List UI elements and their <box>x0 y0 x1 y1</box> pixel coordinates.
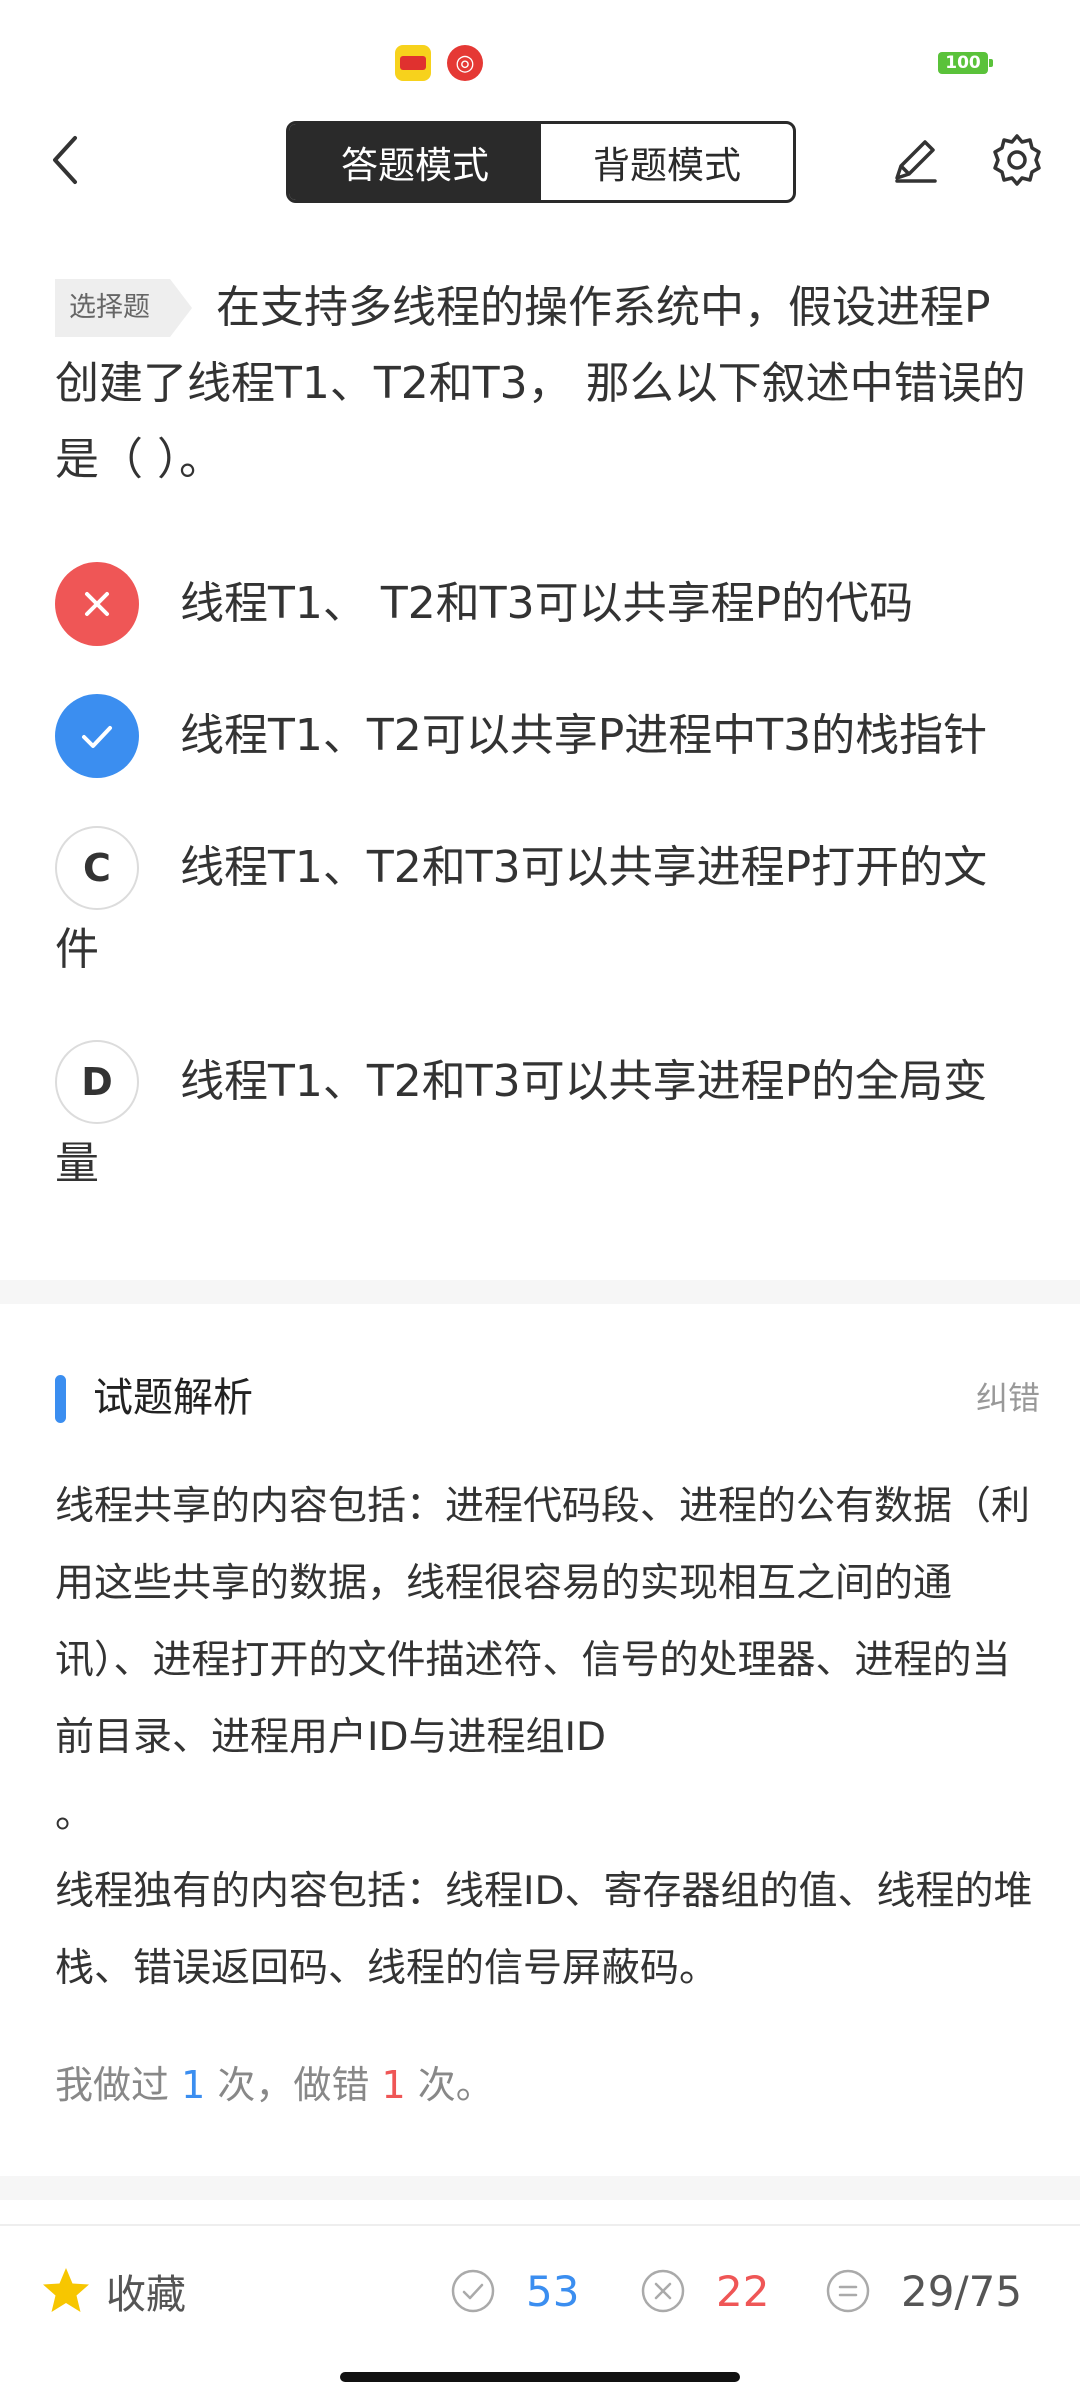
analysis-paragraph-shared: 线程共享的内容包括：进程代码段、进程的公有数据（利用这些共享的数据，线程很容易的… <box>55 1484 1031 1760</box>
check-icon <box>82 726 112 748</box>
option-c-badge: C <box>55 826 139 910</box>
wrong-count: 22 <box>716 2266 770 2316</box>
report-error-link[interactable]: 纠错 <box>976 1374 1040 1422</box>
gear-icon <box>993 134 1041 186</box>
star-icon <box>43 2268 89 2312</box>
mode-toggle: 答题模式 背题模式 <box>286 121 796 203</box>
option-b-text: 线程T1、T2可以共享P进程中T3的栈指针 <box>180 710 988 761</box>
favorite-label: 收藏 <box>106 2272 186 2318</box>
tab-answer-mode[interactable]: 答题模式 <box>289 124 541 200</box>
option-d-badge: D <box>55 1040 139 1124</box>
settings-button[interactable] <box>982 125 1052 195</box>
x-circle-icon <box>641 2269 685 2313</box>
question-type-tag: 选择题 <box>55 279 192 337</box>
edit-button[interactable] <box>880 125 950 195</box>
record-times-done: 1 <box>181 2063 206 2107</box>
progress-stat[interactable]: 29/75 <box>825 2261 1022 2321</box>
list-circle-icon <box>826 2269 870 2313</box>
battery-level: 100 <box>945 53 981 73</box>
question-text: 在支持多线程的操作系统中，假设进程P创建了线程T1、T2和T3， 那么以下叙述中… <box>55 282 1026 485</box>
analysis-paragraph-tail: 。 <box>55 1792 95 1837</box>
analysis-body: 线程共享的内容包括：进程代码段、进程的公有数据（利用这些共享的数据，线程很容易的… <box>55 1468 1040 2007</box>
back-button[interactable] <box>30 125 100 195</box>
correct-count: 53 <box>526 2266 580 2316</box>
notification-app-icon <box>395 45 431 81</box>
correct-count-stat[interactable]: 53 <box>450 2261 579 2321</box>
question: 选择题 在支持多线程的操作系统中，假设进程P创建了线程T1、T2和T3， 那么以下… <box>55 270 1030 498</box>
option-a-badge <box>55 562 139 646</box>
record-middle: 次，做错 <box>205 2063 382 2107</box>
attempt-record: 我做过 1 次，做错 1 次。 <box>55 2050 494 2120</box>
record-times-wrong: 1 <box>381 2063 406 2107</box>
option-a-text: 线程T1、 T2和T3可以共享程P的代码 <box>180 578 914 629</box>
option-b-badge <box>55 694 139 778</box>
battery-icon: 100 <box>938 52 993 74</box>
option-d-text: 线程T1、T2和T3可以共享进程P的全局变量 <box>55 1056 988 1189</box>
record-suffix: 次。 <box>405 2063 494 2107</box>
section-divider-bottom <box>0 2176 1080 2200</box>
x-icon <box>85 592 109 616</box>
header: 答题模式 背题模式 <box>0 110 1080 210</box>
home-indicator[interactable] <box>340 2372 740 2382</box>
favorite-button[interactable]: 收藏 <box>40 2261 186 2321</box>
option-d[interactable]: D 线程T1、T2和T3可以共享进程P的全局变量 <box>55 1040 1030 1205</box>
pencil-icon <box>895 140 937 183</box>
wrong-count-stat[interactable]: 22 <box>640 2261 769 2321</box>
accent-bar <box>55 1375 66 1423</box>
status-bar: ◎ 100 <box>0 0 1080 110</box>
option-c-text: 线程T1、T2和T3可以共享进程P打开的文件 <box>55 842 988 975</box>
option-b[interactable]: 线程T1、T2可以共享P进程中T3的栈指针 <box>55 694 1030 778</box>
record-prefix: 我做过 <box>55 2063 182 2107</box>
tab-review-mode[interactable]: 背题模式 <box>541 124 793 200</box>
chevron-left-icon <box>53 136 77 184</box>
check-circle-icon <box>451 2269 495 2313</box>
bottom-bar: 收藏 53 22 29/75 <box>0 2224 1080 2354</box>
analysis-title: 试题解析 <box>93 1375 253 1421</box>
option-a[interactable]: 线程T1、 T2和T3可以共享程P的代码 <box>55 562 1030 646</box>
question-progress: 29/75 <box>901 2266 1023 2316</box>
analysis-paragraph-exclusive: 线程独有的内容包括：线程ID、寄存器组的值、线程的堆栈、错误返回码、线程的信号屏… <box>55 1869 1033 1991</box>
music-app-icon: ◎ <box>447 45 483 81</box>
option-c[interactable]: C 线程T1、T2和T3可以共享进程P打开的文件 <box>55 826 1030 991</box>
section-divider <box>0 1280 1080 1304</box>
analysis-header: 试题解析 纠错 <box>55 1370 1040 1426</box>
